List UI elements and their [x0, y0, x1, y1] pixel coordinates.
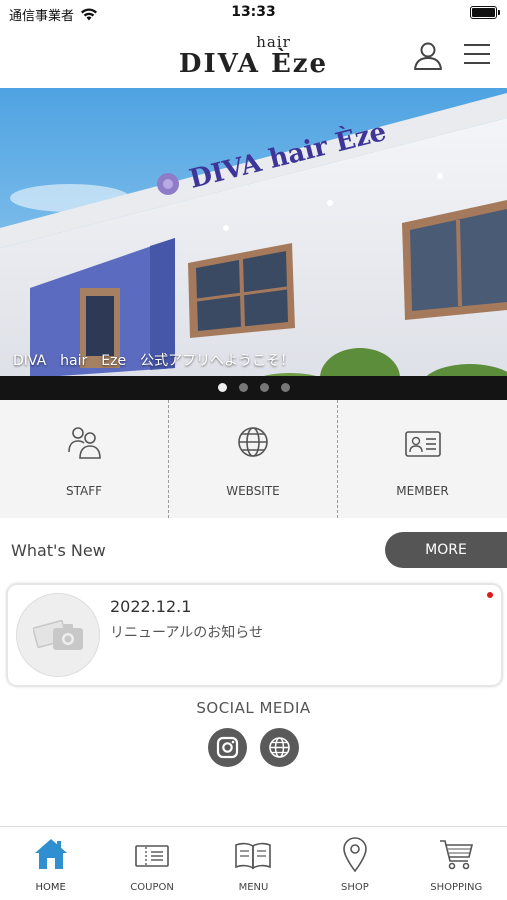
bottom-tab-bar: HOME COUPON MENU SHOP SHOPPING: [0, 826, 507, 900]
unread-badge: [487, 592, 493, 598]
whats-new-header: What's New MORE: [0, 532, 507, 570]
website-button[interactable]: WEBSITE: [169, 400, 338, 518]
tab-coupon-label: COUPON: [130, 882, 174, 893]
slider-pagination: [0, 376, 507, 400]
user-icon: [414, 42, 442, 70]
tab-home-label: HOME: [35, 882, 66, 893]
tab-shop[interactable]: SHOP: [304, 827, 405, 900]
tab-coupon[interactable]: COUPON: [101, 827, 202, 900]
instagram-button[interactable]: [208, 728, 247, 767]
social-links: [208, 728, 299, 767]
tab-menu-label: MENU: [238, 882, 269, 893]
map-pin-icon: [343, 837, 367, 873]
slide-dot[interactable]: [259, 383, 269, 392]
news-date: 2022.12.1: [110, 597, 192, 616]
website-link-button[interactable]: [260, 728, 299, 767]
news-title: リニューアルのお知らせ: [110, 625, 264, 641]
more-button[interactable]: MORE: [385, 532, 507, 568]
member-label: MEMBER: [396, 484, 449, 498]
quick-menu: STAFF WEBSITE MEMBER: [0, 400, 507, 518]
tab-menu[interactable]: MENU: [203, 827, 304, 900]
staff-label: STAFF: [65, 484, 103, 498]
photo-placeholder-icon: [33, 619, 83, 650]
staff-icon: [68, 427, 101, 459]
hamburger-icon: [464, 44, 490, 64]
slide-dot[interactable]: [217, 383, 227, 392]
book-icon: [235, 842, 272, 870]
status-bar: 通信事業者 13:33: [0, 0, 507, 26]
social-media-title: SOCIAL MEDIA: [196, 699, 311, 717]
home-icon: [34, 839, 67, 869]
cart-icon: [440, 840, 474, 870]
instagram-icon: [216, 736, 239, 759]
app-header: hair DIVA Èze: [0, 26, 507, 88]
slide-dot[interactable]: [238, 383, 248, 392]
website-label: WEBSITE: [226, 484, 280, 498]
news-thumbnail: [16, 593, 100, 677]
tab-shop-label: SHOP: [340, 882, 369, 893]
slide-dot[interactable]: [280, 383, 290, 392]
tab-shopping-label: SHOPPING: [430, 882, 483, 893]
battery-icon: [470, 6, 500, 19]
hamburger-menu-button[interactable]: [463, 42, 491, 68]
globe-icon: [269, 737, 290, 758]
staff-button[interactable]: STAFF: [0, 400, 169, 518]
member-button[interactable]: MEMBER: [338, 400, 507, 518]
tab-shopping[interactable]: SHOPPING: [406, 827, 507, 900]
news-item[interactable]: 2022.12.1 リニューアルのお知らせ: [7, 584, 502, 686]
hero-caption: DIVA hair Eze 公式アプリへようこそ！: [13, 353, 295, 369]
hero-slider[interactable]: DIVA hair Èze DIVA hair Eze 公式アプリへようこそ！: [0, 88, 507, 400]
coupon-icon: [135, 845, 169, 867]
clock: 13:33: [231, 4, 276, 20]
whats-new-title: What's New: [11, 541, 106, 560]
account-button[interactable]: [413, 41, 443, 71]
member-card-icon: [405, 431, 441, 457]
tab-home[interactable]: HOME: [0, 827, 101, 900]
globe-icon: [238, 427, 268, 457]
